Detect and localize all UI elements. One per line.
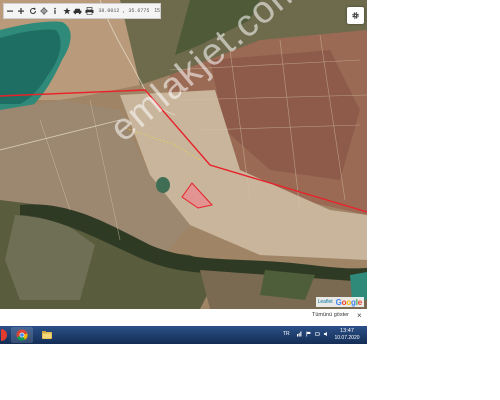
chrome-icon	[16, 329, 28, 341]
language-indicator[interactable]: TR	[283, 331, 290, 337]
explorer-taskbar-item[interactable]	[36, 327, 58, 343]
car-icon[interactable]	[73, 4, 83, 18]
settings-button[interactable]	[347, 7, 364, 24]
zoom-out-icon[interactable]	[5, 4, 15, 18]
show-all-button[interactable]: Tümünü göster	[312, 312, 349, 318]
flag-icon[interactable]	[306, 331, 311, 337]
crosshair-icon[interactable]	[39, 4, 49, 18]
star-icon[interactable]	[61, 4, 71, 18]
info-icon[interactable]	[50, 4, 60, 18]
gear-icon	[352, 12, 359, 19]
windows-explorer-icon	[42, 331, 52, 339]
map-toolbar: 38.0012 , 35.6775 15	[3, 3, 161, 19]
clock-time: 13:47	[340, 328, 354, 334]
refresh-icon[interactable]	[28, 4, 38, 18]
start-button[interactable]	[0, 327, 8, 343]
close-button[interactable]: ×	[357, 311, 362, 320]
print-icon[interactable]	[84, 4, 94, 18]
google-logo-letter: e	[357, 297, 362, 307]
zoom-level: 15	[154, 8, 160, 14]
coordinate-readout: 38.0012 , 35.6775	[98, 8, 150, 14]
google-logo: Google	[336, 297, 363, 307]
network-icon[interactable]	[297, 331, 302, 337]
volume-icon[interactable]	[324, 331, 329, 337]
leaflet-link[interactable]: Leaflet	[318, 299, 333, 305]
system-tray	[297, 331, 329, 337]
zoom-in-icon[interactable]	[16, 4, 26, 18]
start-icon	[0, 329, 7, 341]
chrome-taskbar-item[interactable]	[11, 327, 33, 343]
clock[interactable]: 13:47 10.07.2020	[330, 328, 364, 342]
satellite-map[interactable]: emlakjet.com 38.0012 , 35.6775 15 Leafle…	[0, 0, 367, 309]
windows-taskbar: TR 13:47 10.07.2020	[0, 326, 367, 344]
screenshot: emlakjet.com 38.0012 , 35.6775 15 Leafle…	[0, 0, 367, 344]
map-bottom-bar: Tümünü göster ×	[0, 309, 367, 326]
clock-date: 10.07.2020	[334, 335, 360, 341]
map-attribution: Leaflet Google	[315, 297, 364, 307]
map-imagery	[0, 0, 367, 309]
battery-icon[interactable]	[315, 331, 320, 337]
